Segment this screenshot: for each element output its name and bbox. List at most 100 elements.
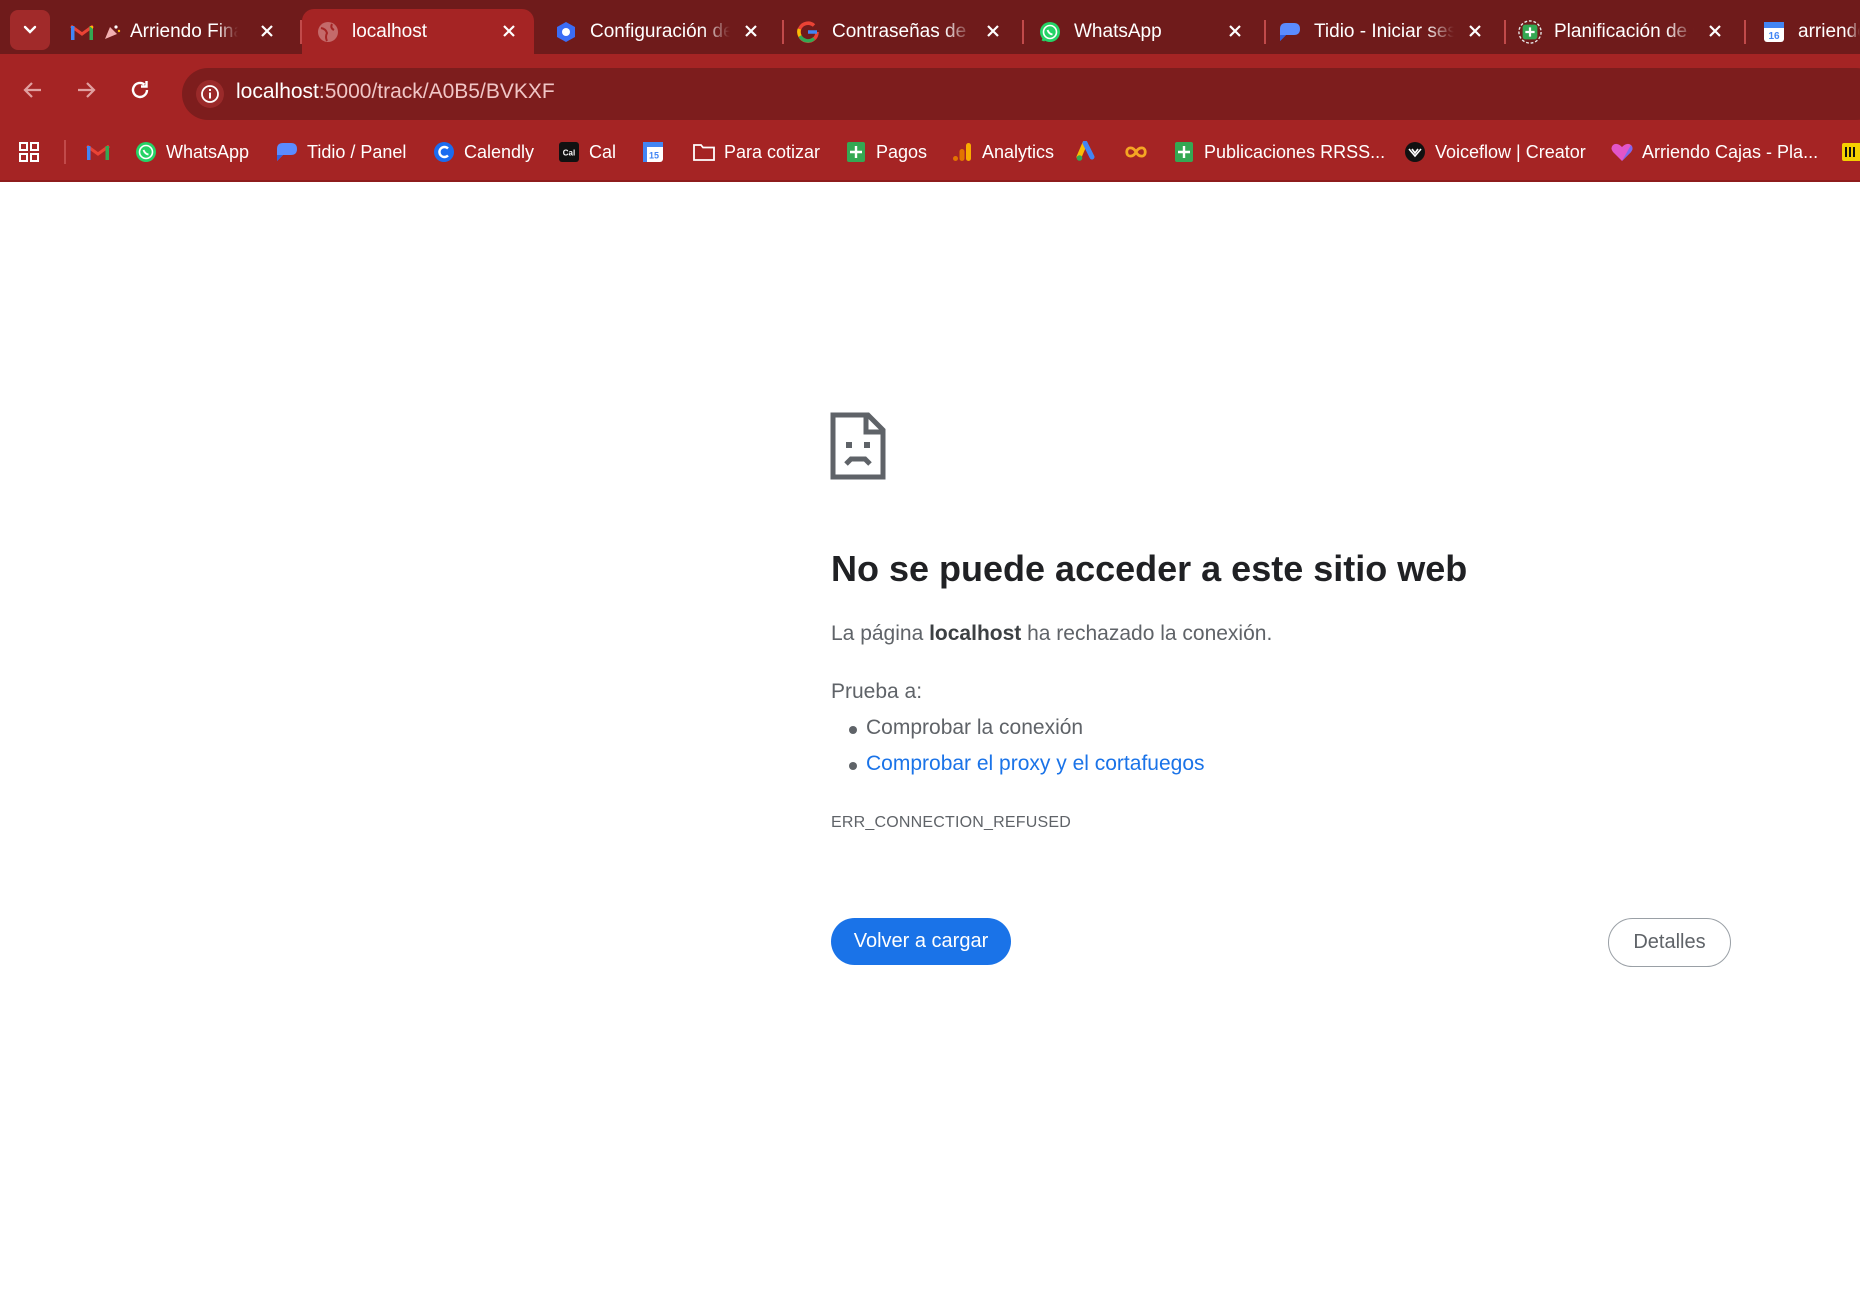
tab-separator [1744, 20, 1746, 44]
tab-title: WhatsApp [1074, 20, 1162, 42]
tidio-icon [1278, 20, 1302, 44]
bookmark-label: Cal [589, 141, 617, 162]
error-host: localhost [929, 622, 1022, 645]
error-title: No se puede acceder a este sitio web [831, 548, 1468, 589]
gmail-icon [70, 20, 94, 44]
reload-toolbar-button[interactable] [124, 74, 156, 106]
close-icon[interactable] [256, 20, 278, 42]
close-icon[interactable] [498, 20, 520, 42]
close-icon[interactable] [740, 20, 762, 42]
bookmark-analytics[interactable]: Analytics [950, 137, 1054, 167]
tab-title: Contraseñas de a [832, 20, 972, 42]
svg-text:Cal: Cal [563, 149, 575, 158]
bookmark-separator [64, 140, 66, 164]
tab-tidio[interactable]: Tidio - Iniciar ses [1278, 9, 1500, 54]
arrow-left-icon [23, 82, 41, 98]
sheets-icon [1172, 140, 1196, 164]
tab-title: Arriendo Fina [130, 20, 238, 42]
svg-text:15: 15 [649, 151, 659, 161]
error-code: ERR_CONNECTION_REFUSED [831, 814, 1071, 831]
tab-search-button[interactable] [10, 10, 50, 50]
close-icon[interactable] [982, 20, 1004, 42]
suggestion-check-connection: Comprobar la conexión [848, 716, 1084, 739]
bookmark-label: Analytics [982, 141, 1055, 162]
google-icon [796, 20, 820, 44]
cal-icon: Cal [557, 140, 581, 164]
bookmark-label: Pagos [876, 141, 928, 162]
bookmark-gmail[interactable] [86, 137, 118, 167]
party-icon [100, 20, 124, 44]
apps-grid-icon [19, 142, 39, 162]
bookmark-voiceflow[interactable]: Voiceflow | Creator [1403, 137, 1586, 167]
back-button[interactable] [17, 74, 49, 106]
bookmark-publicaciones[interactable]: Publicaciones RRSS... [1172, 137, 1385, 167]
folder-icon [692, 140, 716, 164]
voiceflow-icon [1403, 140, 1427, 164]
calendar-icon: 16 [1762, 20, 1786, 44]
bookmark-whatsapp[interactable]: WhatsApp [134, 137, 249, 167]
tab-separator [1504, 20, 1506, 44]
whatsapp-icon [134, 140, 158, 164]
bookmark-para-cotizar[interactable]: Para cotizar [692, 137, 820, 167]
tab-planificacion[interactable]: Planificación de C [1518, 9, 1740, 54]
bookmark-infinity[interactable] [1124, 137, 1156, 167]
tidio-config-icon [554, 20, 578, 44]
tab-title: localhost [352, 20, 427, 42]
bookmark-label: Para cotizar [724, 141, 821, 162]
analytics-icon [950, 140, 974, 164]
close-icon[interactable] [1464, 20, 1486, 42]
bookmark-label: Arriendo Cajas - Pla... [1642, 141, 1819, 162]
bookmark-label: Voiceflow | Creator [1435, 141, 1586, 162]
tab-title: Configuración de [590, 20, 730, 42]
google-ads-icon [1076, 140, 1100, 164]
bookmark-label: Publicaciones RRSS... [1204, 141, 1386, 162]
tab-arriendo-calendar[interactable]: 16 arriendo [1762, 9, 1860, 54]
whatsapp-icon [1038, 20, 1062, 44]
suggestion-proxy-firewall-link[interactable]: Comprobar el proxy y el cortafuegos [849, 752, 1205, 776]
bookmark-label: Calendly [464, 141, 535, 162]
tab-localhost[interactable]: localhost [302, 9, 534, 54]
site-info-icon[interactable] [196, 80, 224, 108]
bookmark-label: WhatsApp [166, 141, 250, 162]
bookmark-tidio-panel[interactable]: Tidio / Panel [275, 137, 406, 167]
try-label: Prueba a: [831, 680, 923, 703]
reload-icon [131, 81, 149, 99]
error-description: La página localhost ha rechazado la cone… [831, 622, 1273, 645]
reload-button[interactable]: Volver a cargar [831, 918, 1011, 965]
sad-page-icon [830, 412, 886, 480]
clickup-icon [1610, 140, 1634, 164]
tab-title: Planificación de C [1554, 20, 1694, 42]
url-host: localhost [236, 80, 319, 103]
close-icon[interactable] [1704, 20, 1726, 42]
bookmark-calendly[interactable]: Calendly [432, 137, 534, 167]
bookmark-label: Tidio / Panel [307, 141, 407, 162]
bookmark-google-calendar[interactable]: 15 [641, 137, 673, 167]
close-icon[interactable] [1224, 20, 1246, 42]
globe-icon [316, 20, 340, 44]
bookmark-google-ads[interactable] [1076, 137, 1108, 167]
tab-title: arriendo [1798, 20, 1860, 42]
url-text[interactable]: localhost:5000/track/A0B5/BVKXF [236, 80, 555, 104]
sheets-icon [844, 140, 868, 164]
bookmark-arriendo-cajas[interactable]: Arriendo Cajas - Pla... [1610, 137, 1818, 167]
arrow-right-icon [78, 82, 96, 98]
tab-configuracion[interactable]: Configuración de [554, 9, 776, 54]
tab-contrasenas[interactable]: Contraseñas de a [796, 9, 1018, 54]
tab-title: Tidio - Iniciar ses [1314, 20, 1454, 42]
gmail-icon [86, 140, 110, 164]
tab-whatsapp[interactable]: WhatsApp [1038, 9, 1260, 54]
google-calendar-icon: 15 [641, 140, 665, 164]
bookmark-cal[interactable]: Cal Cal [557, 137, 616, 167]
bookmark-overflow-icon [1840, 140, 1860, 164]
forward-button[interactable] [70, 74, 102, 106]
bookmark-overflow[interactable] [1840, 137, 1860, 167]
apps-button[interactable] [18, 137, 40, 167]
tab-separator [1022, 20, 1024, 44]
tab-separator [1264, 20, 1266, 44]
tab-arriendo[interactable]: Arriendo Fina [70, 9, 292, 54]
bookmark-pagos[interactable]: Pagos [844, 137, 927, 167]
infinity-icon [1124, 140, 1148, 164]
details-button[interactable]: Detalles [1608, 918, 1731, 967]
chevron-down-icon [23, 25, 37, 34]
tidio-icon [275, 140, 299, 164]
